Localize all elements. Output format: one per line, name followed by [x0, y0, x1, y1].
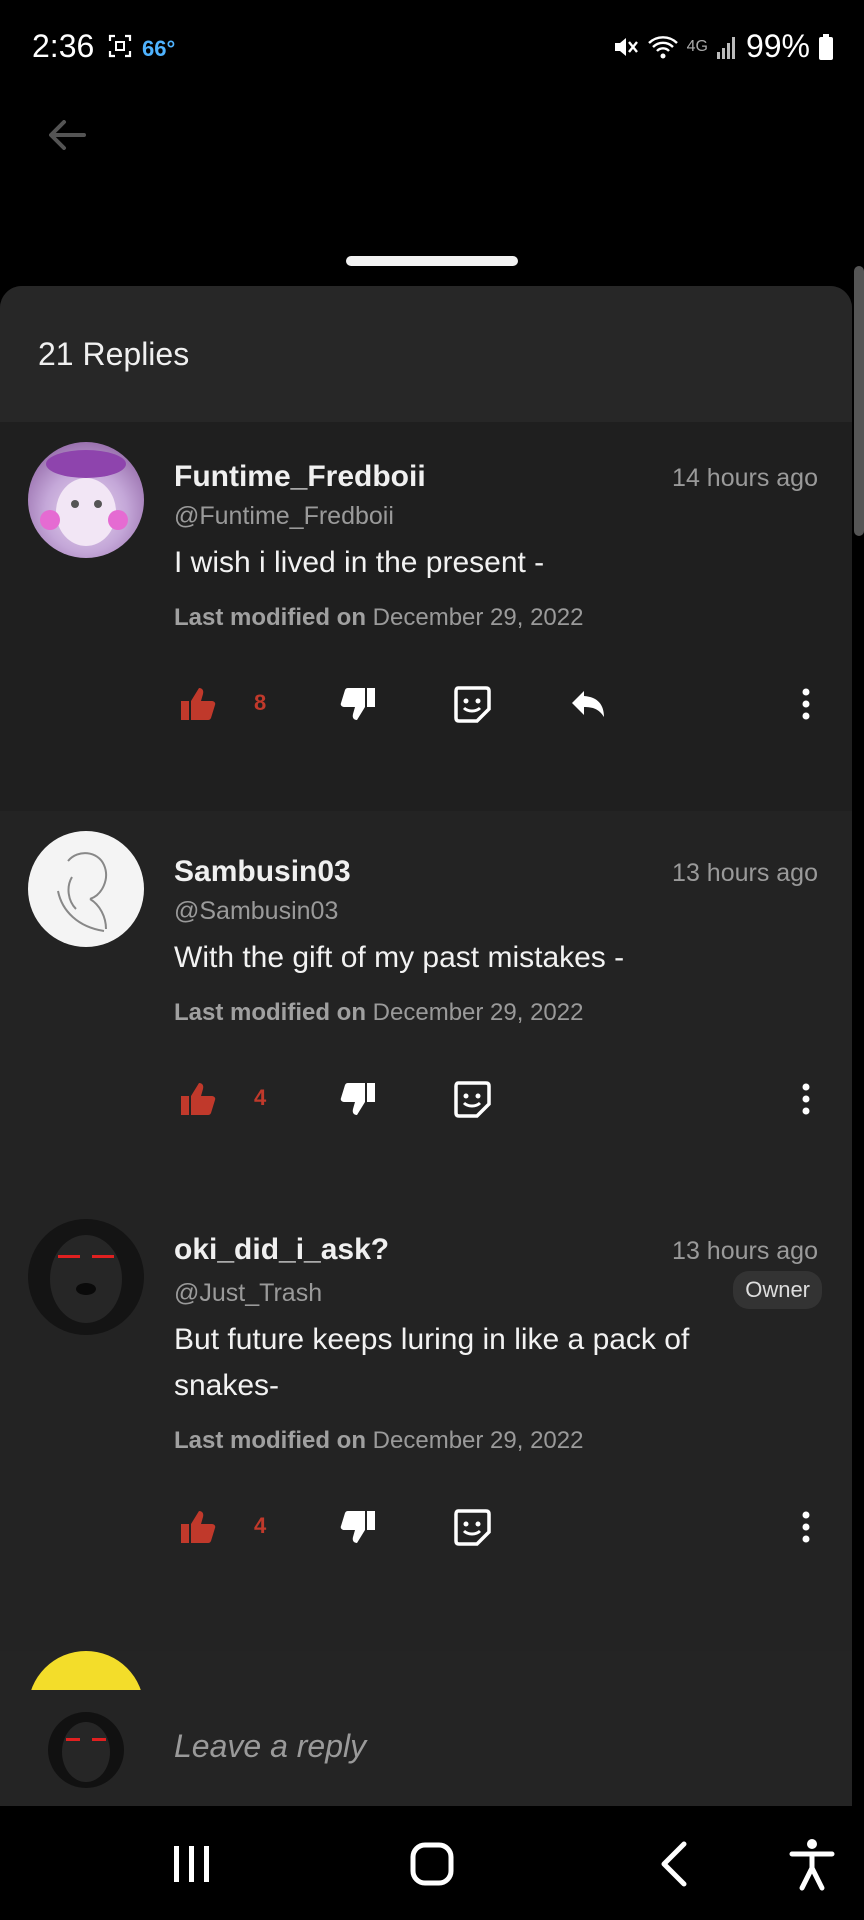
network-type: 4G: [686, 37, 708, 55]
temperature: 66°: [142, 36, 176, 61]
thumbs-up-icon[interactable]: [178, 1079, 218, 1119]
more-vert-icon[interactable]: [794, 684, 818, 724]
avatar-image: [40, 450, 128, 546]
reply-text: But future keeps luring in like a pack o…: [174, 1323, 690, 1402]
battery-level: 99%: [745, 28, 810, 64]
mute-icon: [614, 37, 638, 56]
avatar[interactable]: [28, 442, 144, 558]
reply-author-handle[interactable]: @Just_Trash: [174, 1279, 322, 1308]
thumbs-down-icon[interactable]: [338, 1507, 378, 1547]
status-bar: 2:36 66° 4G 99%: [0, 0, 864, 96]
reply-item: oki_did_i_ask? 13 hours ago @Just_Trash …: [0, 1199, 852, 1659]
current-user-avatar: [48, 1712, 124, 1788]
modified-date: December 29, 2022: [372, 604, 584, 631]
reply-text: I wish i lived in the present -: [174, 546, 545, 579]
status-right: 4G 99%: [611, 28, 834, 65]
thumbs-up-icon[interactable]: [178, 1507, 218, 1547]
reply-author-name[interactable]: Funtime_Fredboii: [174, 460, 426, 494]
reply-timestamp: 13 hours ago: [672, 859, 818, 887]
signal-icon: [716, 36, 735, 59]
reply-author-handle[interactable]: @Funtime_Fredboii: [174, 502, 394, 531]
thumbs-down-icon[interactable]: [338, 684, 378, 724]
modified-date: December 29, 2022: [372, 1427, 584, 1454]
screenshot-icon: [108, 34, 132, 58]
avatar[interactable]: [28, 831, 144, 947]
avatar-image: [62, 1722, 110, 1782]
reply-timestamp: 13 hours ago: [672, 1237, 818, 1265]
avatar-image: [57, 852, 108, 932]
reply-modified: Last modified on December 29, 2022: [174, 604, 583, 632]
nav-back-icon[interactable]: [648, 1836, 704, 1892]
sticker-icon[interactable]: [452, 684, 492, 724]
reply-timestamp: 14 hours ago: [672, 464, 818, 492]
reply-modified: Last modified on December 29, 2022: [174, 1427, 583, 1455]
avatar-image: [50, 1235, 122, 1323]
reply-actions: 4: [174, 1079, 818, 1127]
like-count: 8: [254, 690, 267, 715]
reply-author-name[interactable]: Sambusin03: [174, 855, 351, 889]
like-count: 4: [254, 1085, 267, 1110]
reply-text: With the gift of my past mistakes -: [174, 941, 625, 974]
reply-item: Sambusin03 13 hours ago @Sambusin03 With…: [0, 811, 852, 1199]
replies-header: 21 Replies: [0, 286, 852, 422]
reply-modified: Last modified on December 29, 2022: [174, 999, 583, 1027]
reply-actions: 4: [174, 1507, 818, 1555]
system-nav-bar: [0, 1806, 864, 1920]
reply-author-name[interactable]: oki_did_i_ask?: [174, 1233, 389, 1267]
like-count: 4: [254, 1513, 267, 1538]
status-time: 2:36: [32, 28, 95, 64]
reply-actions: 8: [174, 684, 818, 732]
reply-item: Funtime_Fredboii 14 hours ago @Funtime_F…: [0, 422, 852, 811]
reply-icon[interactable]: [568, 684, 608, 724]
thumbs-down-icon[interactable]: [338, 1079, 378, 1119]
battery-icon: [819, 33, 833, 60]
back-arrow-icon[interactable]: [44, 112, 90, 158]
modified-label: Last modified on: [174, 1427, 366, 1454]
sticker-icon[interactable]: [452, 1507, 492, 1547]
wifi-icon: [647, 35, 678, 58]
thumbs-up-icon[interactable]: [178, 684, 218, 724]
modified-date: December 29, 2022: [372, 999, 584, 1026]
reply-author-handle[interactable]: @Sambusin03: [174, 897, 338, 926]
reply-input-bar: Leave a reply: [0, 1690, 852, 1806]
modified-label: Last modified on: [174, 999, 366, 1026]
more-vert-icon[interactable]: [794, 1507, 818, 1547]
sheet-scrollbar[interactable]: [854, 266, 864, 536]
more-vert-icon[interactable]: [794, 1079, 818, 1119]
owner-badge: Owner: [733, 1271, 822, 1309]
recent-apps-icon[interactable]: [164, 1836, 220, 1892]
reply-input[interactable]: Leave a reply: [174, 1728, 366, 1765]
accessibility-icon[interactable]: [784, 1836, 840, 1892]
avatar[interactable]: [28, 1219, 144, 1335]
replies-sheet: 21 Replies Funtime_Fredboii 14 hours ago…: [0, 286, 852, 1806]
sheet-drag-handle[interactable]: [346, 256, 518, 266]
replies-count: 21 Replies: [38, 335, 190, 372]
modified-label: Last modified on: [174, 604, 366, 631]
home-icon[interactable]: [404, 1836, 460, 1892]
sticker-icon[interactable]: [452, 1079, 492, 1119]
